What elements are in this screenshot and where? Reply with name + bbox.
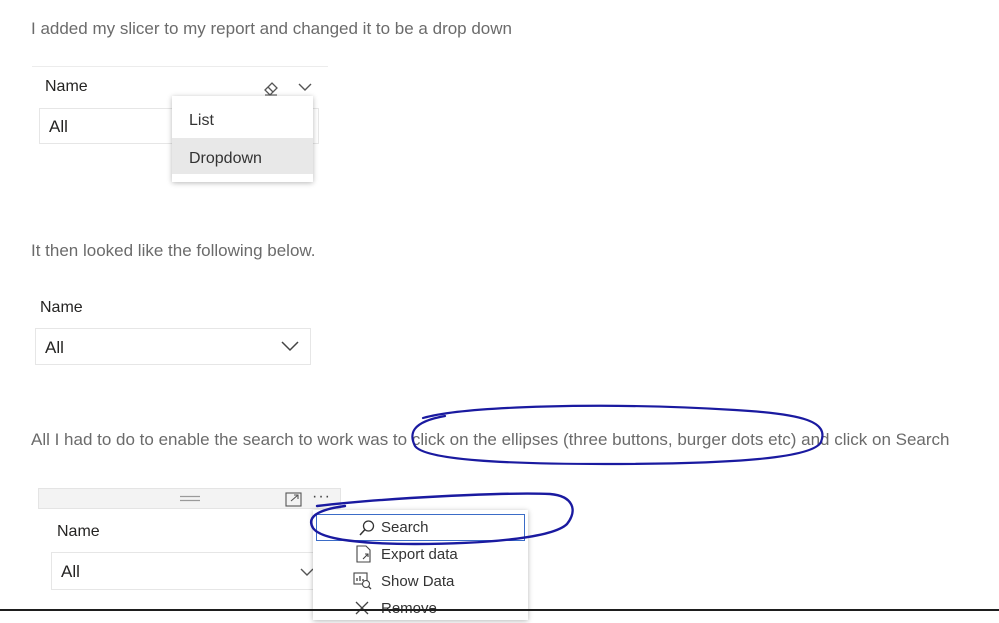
menu-item-dropdown[interactable]: Dropdown	[172, 138, 313, 174]
chevron-down-icon[interactable]	[298, 80, 312, 94]
chevron-down-icon[interactable]	[300, 567, 314, 577]
chevron-down-icon[interactable]	[281, 340, 299, 352]
visual-header-bar: ···	[38, 488, 341, 509]
slicer-2-dropdown[interactable]: All	[35, 328, 311, 365]
paragraph-result: It then looked like the following below.	[31, 241, 316, 260]
slicer-2-title: Name	[40, 299, 83, 316]
slicer-1-title: Name	[45, 78, 88, 95]
slicer-1-top-border	[32, 66, 328, 67]
slicer-3-title: Name	[57, 523, 100, 540]
menu-item-list[interactable]: List	[172, 96, 313, 134]
slicer-1-value: All	[49, 117, 68, 136]
focus-mode-icon[interactable]	[285, 492, 302, 507]
slicer-3: ··· Name All	[38, 488, 348, 611]
slicer-3-value: All	[61, 562, 80, 581]
annotation-search-circle	[310, 492, 574, 546]
slicer-2-value: All	[45, 338, 64, 357]
drag-handle-icon[interactable]	[179, 495, 201, 502]
paragraph-intro: I added my slicer to my report and chang…	[31, 19, 512, 38]
close-icon	[355, 601, 369, 615]
menu-item-remove[interactable]: Remove	[313, 599, 528, 623]
slicer-3-dropdown[interactable]: All	[51, 552, 341, 590]
eraser-icon[interactable]	[262, 78, 280, 96]
slicer-format-menu: List Dropdown	[172, 96, 313, 182]
annotation-ellipse-circle	[411, 404, 824, 466]
show-data-icon	[353, 572, 372, 590]
slicer-2: Name All	[34, 292, 314, 372]
menu-item-show-data[interactable]: Show Data	[313, 572, 528, 596]
